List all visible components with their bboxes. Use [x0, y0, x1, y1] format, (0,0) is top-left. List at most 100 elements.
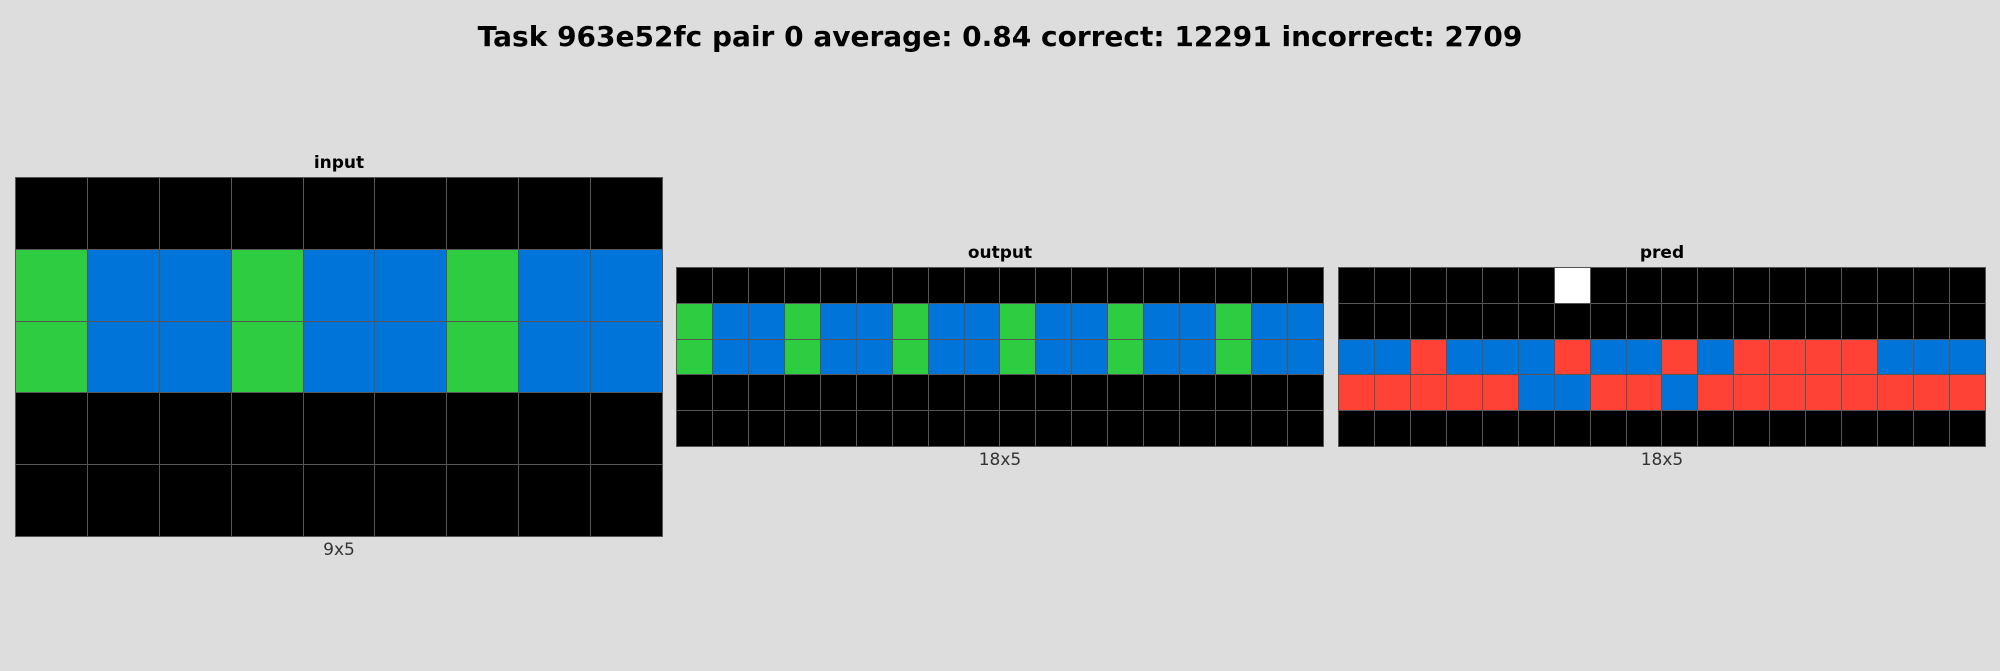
grid-cell	[303, 249, 375, 321]
grid-cell	[1914, 339, 1950, 375]
grid-cell	[1072, 303, 1108, 339]
grid-cell	[1108, 411, 1144, 446]
grid-cell	[1108, 303, 1144, 339]
grid-cell	[1914, 268, 1950, 303]
grid-cell	[784, 375, 820, 411]
grid-cell	[1770, 375, 1806, 411]
grid-cell	[820, 375, 856, 411]
grid-cell	[1180, 339, 1216, 375]
grid-cell	[519, 321, 591, 393]
grid-cell	[591, 178, 662, 249]
grid-cell	[519, 465, 591, 536]
grid-cell	[1770, 411, 1806, 446]
grid-cell	[964, 375, 1000, 411]
grid-cell	[1252, 411, 1288, 446]
grid-cell	[1698, 375, 1734, 411]
grid-cell	[375, 178, 447, 249]
grid-cell	[1180, 411, 1216, 446]
grid-cell	[964, 339, 1000, 375]
grid-cell	[16, 249, 87, 321]
grid-cell	[748, 339, 784, 375]
grid-cell	[1252, 375, 1288, 411]
grid-cell	[1518, 268, 1554, 303]
grid-cell	[87, 465, 159, 536]
output-panel: output 18x5	[676, 240, 1324, 475]
grid-cell	[1626, 375, 1662, 411]
grid-cell	[1288, 303, 1323, 339]
grid-cell	[1950, 375, 1985, 411]
grid-cell	[1410, 411, 1446, 446]
grid-cell	[1072, 411, 1108, 446]
grid-cell	[1036, 375, 1072, 411]
grid-cell	[784, 339, 820, 375]
grid-cell	[231, 249, 303, 321]
grid-cell	[303, 321, 375, 393]
grid-cell	[1482, 375, 1518, 411]
grid-cell	[1144, 375, 1180, 411]
grid-cell	[1000, 375, 1036, 411]
grid-cell	[303, 465, 375, 536]
grid-cell	[1914, 411, 1950, 446]
output-label: output	[967, 243, 1033, 263]
grid-cell	[1252, 268, 1288, 303]
grid-cell	[447, 465, 519, 536]
grid-cell	[1252, 339, 1288, 375]
grid-cell	[1072, 268, 1108, 303]
grid-cell	[1626, 268, 1662, 303]
grid-cell	[1144, 411, 1180, 446]
grid-cell	[16, 465, 87, 536]
grid-cell	[1252, 303, 1288, 339]
grid-cell	[1482, 268, 1518, 303]
grid-cell	[1374, 303, 1410, 339]
grid-cell	[1144, 268, 1180, 303]
grid-cell	[1626, 411, 1662, 446]
grid-cell	[892, 268, 928, 303]
grid-cell	[1446, 411, 1482, 446]
grid-cell	[447, 178, 519, 249]
grid-cell	[677, 375, 712, 411]
grid-cell	[231, 321, 303, 393]
grid-cell	[1878, 339, 1914, 375]
grid-cell	[1590, 375, 1626, 411]
grid-cell	[928, 411, 964, 446]
figure-title: Task 963e52fc pair 0 average: 0.84 corre…	[477, 20, 1523, 53]
grid-cell	[1806, 339, 1842, 375]
grid-cell	[591, 249, 662, 321]
grid-cell	[820, 268, 856, 303]
grid-cell	[1626, 339, 1662, 375]
grid-cell	[1216, 339, 1252, 375]
grid-cell	[591, 321, 662, 393]
grid-cell	[159, 465, 231, 536]
grid-cell	[591, 465, 662, 536]
grid-cell	[1036, 303, 1072, 339]
grid-cell	[1914, 303, 1950, 339]
grid-cell	[1554, 339, 1590, 375]
grid-cell	[1108, 268, 1144, 303]
grid-cell	[1950, 268, 1985, 303]
pred-dims: 18x5	[1640, 450, 1684, 470]
grid-cell	[964, 411, 1000, 446]
grid-cell	[1734, 375, 1770, 411]
grid-cell	[1288, 375, 1323, 411]
grid-cell	[519, 393, 591, 465]
grid-cell	[1806, 411, 1842, 446]
grid-cell	[1950, 411, 1985, 446]
input-grid	[15, 177, 663, 537]
grid-cell	[1878, 303, 1914, 339]
grid-cell	[712, 375, 748, 411]
grid-cell	[964, 303, 1000, 339]
grid-cell	[856, 268, 892, 303]
grid-cell	[748, 268, 784, 303]
grid-cell	[447, 321, 519, 393]
grid-cell	[1482, 411, 1518, 446]
grid-cell	[1446, 375, 1482, 411]
grid-cell	[1662, 375, 1698, 411]
grid-cell	[447, 249, 519, 321]
grid-cell	[1036, 268, 1072, 303]
grid-cell	[1662, 268, 1698, 303]
grid-cell	[1410, 375, 1446, 411]
grid-cell	[1842, 339, 1878, 375]
grid-cell	[1698, 303, 1734, 339]
grid-cell	[892, 411, 928, 446]
grid-cell	[1518, 411, 1554, 446]
